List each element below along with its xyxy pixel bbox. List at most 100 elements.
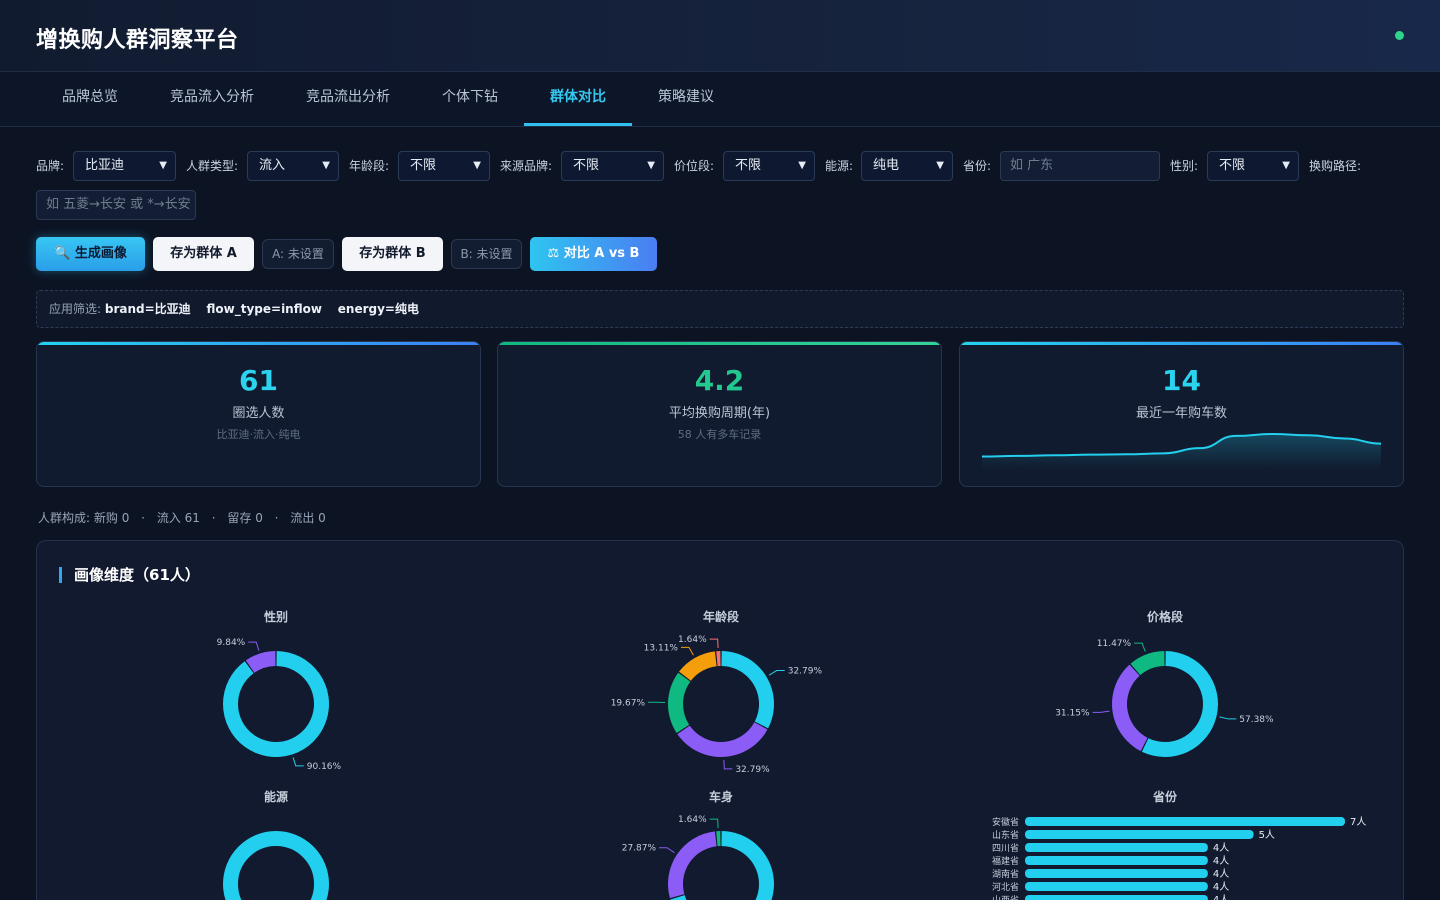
chevron-down-icon: ▼ [159, 160, 167, 171]
bar-category-label: 安徽省 [992, 816, 1019, 828]
search-icon: 🔍 [54, 246, 71, 261]
source-brand-select-value: 不限 [573, 158, 600, 173]
applied-filters-bar: 应用筛选: brand=比亚迪 flow_type=inflow energy=… [36, 290, 1404, 328]
province-input[interactable]: 如 广东 [1000, 151, 1160, 181]
top-bar: 增换购人群洞察平台 [0, 0, 1440, 72]
path-filter-label: 换购路径: [1309, 159, 1362, 173]
donut-label-line [1092, 710, 1110, 713]
app-title: 增换购人群洞察平台 [36, 28, 239, 53]
donut-label-line [1134, 642, 1146, 652]
donut-slice [677, 722, 768, 757]
tab-outflow-analysis[interactable]: 竞品流出分析 [294, 72, 402, 126]
kpi-sub: 比亚迪·流入·纯电 [216, 428, 301, 441]
tab-inflow-analysis[interactable]: 竞品流入分析 [158, 72, 266, 126]
composition-item: 流入 61 [156, 511, 200, 525]
energy-select-value: 纯电 [873, 158, 900, 173]
chevron-down-icon: ▼ [936, 160, 944, 171]
crowd-type-select[interactable]: 流入 ▼ [247, 151, 339, 181]
brand-select-value: 比亚迪 [85, 158, 125, 173]
bar-value-label: 4人 [1213, 855, 1229, 867]
path-input[interactable]: 如 五菱→长安 或 *→长安 [36, 190, 196, 220]
card-accent-bar [498, 342, 941, 345]
donut-slice-label: 11.47% [1097, 639, 1132, 649]
chevron-down-icon: ▼ [798, 160, 806, 171]
bar-value-label: 4人 [1213, 894, 1229, 900]
donut-slice [716, 831, 721, 847]
bar-category-label: 福建省 [992, 855, 1019, 867]
age-select[interactable]: 不限 ▼ [398, 151, 490, 181]
source-brand-select[interactable]: 不限 ▼ [561, 151, 664, 181]
card-accent-bar [37, 342, 480, 345]
bar-category-label: 河北省 [992, 881, 1019, 893]
price-select[interactable]: 不限 ▼ [723, 151, 815, 181]
chevron-down-icon: ▼ [322, 160, 330, 171]
donut-label-line [709, 638, 719, 649]
donut-slice-label: 32.79% [788, 667, 823, 677]
save-group-b-button[interactable]: 存为群体 B [342, 237, 443, 271]
crowd-composition: 人群构成: 新购 0 · 流入 61 · 留存 0 · 流出 0 [38, 511, 326, 525]
applied-filter-chip: brand=比亚迪 [104, 302, 191, 316]
kpi-card-recent-purchases: 14 最近一年购车数 [959, 341, 1404, 487]
bar-value-label: 4人 [1213, 881, 1229, 893]
generate-profile-button[interactable]: 🔍 生成画像 [36, 237, 145, 271]
price-filter-label: 价位段: [674, 159, 715, 173]
sparkline-chart [981, 432, 1382, 469]
province-bar [1025, 895, 1208, 900]
donut-slice [223, 831, 329, 900]
kpi-label: 平均换购周期(年) [668, 406, 771, 421]
donut-slice [721, 651, 775, 729]
price-select-value: 不限 [735, 158, 762, 173]
bar-category-label: 山东省 [992, 829, 1019, 841]
donut-slice-label: 9.84% [217, 638, 246, 648]
tab-strategy[interactable]: 策略建议 [646, 72, 726, 126]
donut-label-line [248, 641, 260, 651]
kpi-sub: 58 人有多车记录 [677, 428, 762, 441]
bar-value-label: 4人 [1213, 842, 1229, 854]
donut-slice [223, 651, 329, 757]
tab-group-compare[interactable]: 群体对比 [524, 72, 632, 126]
group-a-status: A: 未设置 [262, 239, 334, 269]
bar-category-label: 山西省 [992, 894, 1019, 900]
applied-filter-chip: flow_type=inflow [206, 302, 322, 316]
donut-label-line [292, 757, 304, 767]
kpi-value: 61 [239, 364, 278, 397]
donut-slice-label: 1.64% [678, 815, 707, 825]
donut-slice-label: 13.11% [644, 643, 679, 653]
donut-slice-label: 1.64% [678, 635, 707, 645]
donut-slice [668, 672, 691, 734]
donut-slice-label: 19.67% [611, 698, 646, 708]
tab-individual-drilldown[interactable]: 个体下钻 [430, 72, 510, 126]
donut-slice-label: 32.79% [735, 765, 770, 775]
province-bar [1025, 817, 1345, 826]
bar-value-label: 4人 [1213, 868, 1229, 880]
crowd-type-filter-label: 人群类型: [186, 159, 239, 173]
scale-icon: ⚖ [547, 246, 560, 261]
donut-label-line [1219, 716, 1237, 720]
compare-ab-button[interactable]: ⚖ 对比 A vs B [530, 237, 657, 271]
applied-filter-chip: energy=纯电 [337, 302, 419, 316]
applied-filters-label: 应用筛选: [49, 302, 102, 316]
composition-item: 新购 0 [93, 511, 130, 525]
energy-filter-label: 能源: [825, 159, 854, 173]
gender-select[interactable]: 不限 ▼ [1207, 151, 1299, 181]
composition-label: 人群构成: [38, 511, 91, 525]
gender-filter-label: 性别: [1170, 159, 1199, 173]
donut-slice-label: 31.15% [1055, 708, 1090, 718]
tab-brand-overview[interactable]: 品牌总览 [38, 72, 142, 126]
save-group-a-button[interactable]: 存为群体 A [153, 237, 254, 271]
profile-dimensions-panel: 画像维度（61人） 性别 年龄段 价格段 能源 车身 省份 90.16% 9.84… [36, 540, 1404, 900]
crowd-type-select-value: 流入 [259, 158, 286, 173]
kpi-label: 圈选人数 [232, 406, 285, 421]
profile-charts: 90.16%9.84%32.79%32.79%19.67%13.11%1.64%… [217, 635, 1366, 900]
province-bar [1025, 856, 1208, 865]
donut-slice-label: 90.16% [307, 762, 342, 772]
tab-bar: 品牌总览 竞品流入分析 竞品流出分析 个体下钻 群体对比 策略建议 [0, 72, 1440, 127]
compare-ab-label: 对比 A vs B [563, 246, 640, 261]
energy-select[interactable]: 纯电 ▼ [861, 151, 953, 181]
bar-category-label: 四川省 [992, 842, 1019, 854]
brand-select[interactable]: 比亚迪 ▼ [73, 151, 176, 181]
age-filter-label: 年龄段: [349, 159, 390, 173]
chevron-down-icon: ▼ [473, 160, 481, 171]
generate-profile-label: 生成画像 [74, 246, 127, 261]
kpi-card-avg-cycle: 4.2 平均换购周期(年) 58 人有多车记录 [497, 341, 942, 487]
